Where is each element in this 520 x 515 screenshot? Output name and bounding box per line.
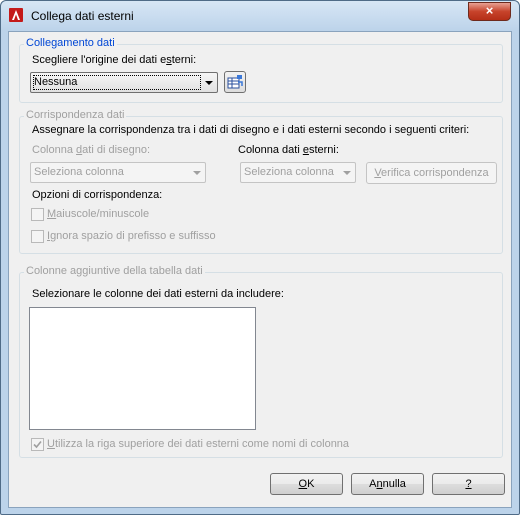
drawing-column-select[interactable]: Seleziona colonna [30,162,206,183]
close-icon: × [485,3,494,18]
extra-columns-legend: Colonne aggiuntive della tabella dati [24,265,205,277]
data-link-manager-button[interactable] [224,71,246,93]
match-instructions: Assegnare la corrispondenza tra i dati d… [32,124,470,136]
select-columns-label: Selezionare le colonne dei dati esterni … [32,288,284,300]
drawing-column-label: Colonna dati di disegno: [32,144,151,156]
case-sensitive-checkbox[interactable] [31,208,44,221]
match-group-legend: Corrispondenza dati [24,109,127,121]
external-column-value: Seleziona colonna [244,166,334,178]
case-sensitive-label: Maiuscole/minuscole [47,208,150,220]
external-column-select[interactable]: Seleziona colonna [240,162,356,183]
title-bar[interactable]: Collega dati esterni × [1,1,519,31]
ignore-spaces-checkbox[interactable] [31,230,44,243]
dialog-client-area: Collegamento dati Scegliere l'origine de… [8,31,512,508]
checkmark-icon [33,440,42,449]
link-group-legend: Collegamento dati [24,37,117,49]
verify-match-button[interactable]: Verifica corrispondenza [366,162,497,184]
dialog-window: Collega dati esterni × Collegamento dati… [0,0,520,515]
chevron-down-icon [205,81,213,85]
source-select-value: Nessuna [34,76,78,88]
autocad-app-icon [9,8,23,22]
help-button[interactable]: ? [432,473,505,495]
match-options-label: Opzioni di corrispondenza: [32,189,163,201]
chevron-down-icon [193,171,201,175]
use-header-row-label: Utilizza la riga superiore dei dati este… [47,438,350,450]
cancel-button[interactable]: Annulla [351,473,424,495]
close-button[interactable]: × [468,2,511,21]
use-header-row-checkbox[interactable] [31,438,44,451]
source-select[interactable]: Nessuna [30,72,218,93]
external-columns-list[interactable] [29,307,256,430]
chevron-down-icon [343,171,351,175]
window-title: Collega dati esterni [31,9,134,23]
drawing-column-value: Seleziona colonna [34,166,124,178]
ignore-spaces-label: Ignora spazio di prefisso e suffisso [47,230,216,242]
ok-button[interactable]: OK [270,473,343,495]
data-link-icon [227,75,243,89]
external-column-label: Colonna dati esterni: [238,144,339,156]
source-label: Scegliere l'origine dei dati esterni: [32,54,197,66]
